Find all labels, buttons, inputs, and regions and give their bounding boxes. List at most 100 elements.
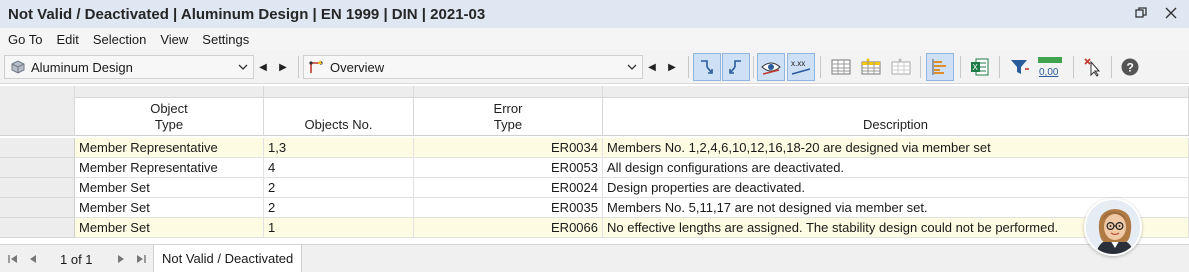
number-format-button[interactable]: 0,00 [1036, 53, 1064, 81]
number-format-icon: 0,00 [1038, 57, 1062, 78]
cell-error-type[interactable]: ER0034 [414, 138, 603, 158]
help-icon: ? [1121, 58, 1139, 76]
cell-object-type[interactable]: Member Set [75, 178, 264, 198]
corner-header [0, 86, 75, 136]
previous-page-icon [30, 255, 36, 263]
table-filter-icon [891, 58, 911, 75]
first-page-button[interactable] [6, 252, 20, 266]
module-select-value: Aluminum Design [31, 60, 133, 75]
filter-icon [1011, 60, 1029, 74]
cell-error-type[interactable]: ER0024 [414, 178, 603, 198]
cell-object-type[interactable]: Member Representative [75, 138, 264, 158]
table-icon [831, 59, 851, 75]
header-error-type-line1: Error [493, 101, 523, 116]
menu-bar: Go To Edit Selection View Settings [0, 28, 1189, 50]
header-description-label: Description [862, 117, 929, 132]
arrow-jump-icon [701, 60, 713, 74]
last-page-button[interactable] [134, 252, 148, 266]
header-object-type-line2: Type [154, 117, 184, 132]
row-header[interactable] [0, 138, 75, 158]
column-chart-button[interactable] [926, 53, 954, 81]
export-excel-button[interactable]: X [966, 53, 994, 81]
cell-objects-no[interactable]: 2 [264, 178, 414, 198]
jump-to-object-button[interactable] [693, 53, 721, 81]
assistant-avatar[interactable] [1084, 198, 1142, 256]
aluminum-design-icon [10, 59, 26, 75]
filter-button[interactable] [1005, 53, 1033, 81]
svg-text:?: ? [1127, 61, 1134, 75]
menu-view[interactable]: View [160, 32, 188, 47]
values-button[interactable]: x.xx [787, 53, 815, 81]
visibility-button[interactable] [757, 53, 785, 81]
previous-view-button[interactable]: ◀ [643, 55, 661, 79]
header-object-type-line1: Object [150, 101, 188, 116]
cell-error-type[interactable]: ER0066 [414, 218, 603, 238]
last-page-icon [137, 255, 146, 263]
header-objects-no-label: Objects No. [304, 117, 373, 132]
next-module-button[interactable]: ▶ [274, 55, 292, 79]
cell-object-type[interactable]: Member Set [75, 198, 264, 218]
row-header[interactable] [0, 178, 75, 198]
deselect-button[interactable] [1079, 53, 1107, 81]
overview-icon [309, 59, 325, 75]
chevron-down-icon [237, 61, 249, 73]
cell-description[interactable]: Members No. 1,2,4,6,10,12,16,18-20 are d… [603, 138, 1189, 158]
column-header-object-type[interactable]: Object Type [75, 98, 264, 136]
next-page-button[interactable] [114, 252, 128, 266]
menu-go-to[interactable]: Go To [8, 32, 42, 47]
cell-objects-no[interactable]: 1 [264, 218, 414, 238]
select-object-button[interactable] [722, 53, 750, 81]
svg-text:x.xx: x.xx [791, 59, 805, 68]
next-view-button[interactable]: ▶ [663, 55, 681, 79]
table-filter-button[interactable] [887, 53, 915, 81]
bar-chart-icon [932, 59, 946, 75]
menu-settings[interactable]: Settings [202, 32, 249, 47]
excel-icon: X [971, 58, 989, 76]
toolbar: Aluminum Design ◀ ▶ Overview ◀ ▶ x.xx X … [0, 50, 1189, 84]
page-info: 1 of 1 [60, 252, 93, 267]
row-header[interactable] [0, 218, 75, 238]
table-button[interactable] [827, 53, 855, 81]
svg-text:0,00: 0,00 [1039, 67, 1059, 78]
header-error-type-line2: Type [493, 117, 523, 132]
errors-table: Object Type Objects No. Error Type Descr… [0, 86, 1189, 238]
footer-bar: 1 of 1 Not Valid / Deactivated [0, 244, 1189, 272]
window-title: Not Valid / Deactivated | Aluminum Desig… [8, 5, 486, 23]
menu-edit[interactable]: Edit [56, 32, 78, 47]
view-select[interactable]: Overview [303, 55, 643, 79]
cell-description[interactable]: All design configurations are deactivate… [603, 158, 1189, 178]
tab-not-valid-deactivated[interactable]: Not Valid / Deactivated [153, 245, 303, 272]
previous-page-button[interactable] [26, 252, 40, 266]
cell-objects-no[interactable]: 2 [264, 198, 414, 218]
eye-icon [761, 62, 781, 75]
title-bar: Not Valid / Deactivated | Aluminum Desig… [0, 0, 1189, 28]
close-icon[interactable] [1163, 5, 1179, 21]
column-header-description[interactable]: Description [603, 98, 1189, 136]
chevron-down-icon [626, 61, 638, 73]
next-page-icon [118, 255, 124, 263]
restore-icon[interactable] [1133, 5, 1149, 21]
cell-objects-no[interactable]: 4 [264, 158, 414, 178]
previous-module-button[interactable]: ◀ [254, 55, 272, 79]
cell-error-type[interactable]: ER0035 [414, 198, 603, 218]
table-highlight-button[interactable] [857, 53, 885, 81]
cell-object-type[interactable]: Member Representative [75, 158, 264, 178]
cell-object-type[interactable]: Member Set [75, 218, 264, 238]
help-button[interactable]: ? [1116, 53, 1144, 81]
svg-text:X: X [973, 63, 979, 72]
menu-selection[interactable]: Selection [93, 32, 146, 47]
module-select[interactable]: Aluminum Design [4, 55, 254, 79]
row-header[interactable] [0, 158, 75, 178]
table-highlight-icon [861, 58, 881, 75]
view-select-value: Overview [330, 60, 385, 75]
decimal-values-icon: x.xx [791, 59, 811, 75]
cell-error-type[interactable]: ER0053 [414, 158, 603, 178]
column-header-error-type[interactable]: Error Type [414, 98, 603, 136]
cell-objects-no[interactable]: 1,3 [264, 138, 414, 158]
arrow-select-icon [729, 60, 741, 74]
first-page-icon [8, 255, 17, 263]
cursor-cancel-icon [1084, 58, 1101, 77]
column-header-objects-no[interactable]: Objects No. [264, 98, 414, 136]
row-header[interactable] [0, 198, 75, 218]
cell-description[interactable]: Design properties are deactivated. [603, 178, 1189, 198]
